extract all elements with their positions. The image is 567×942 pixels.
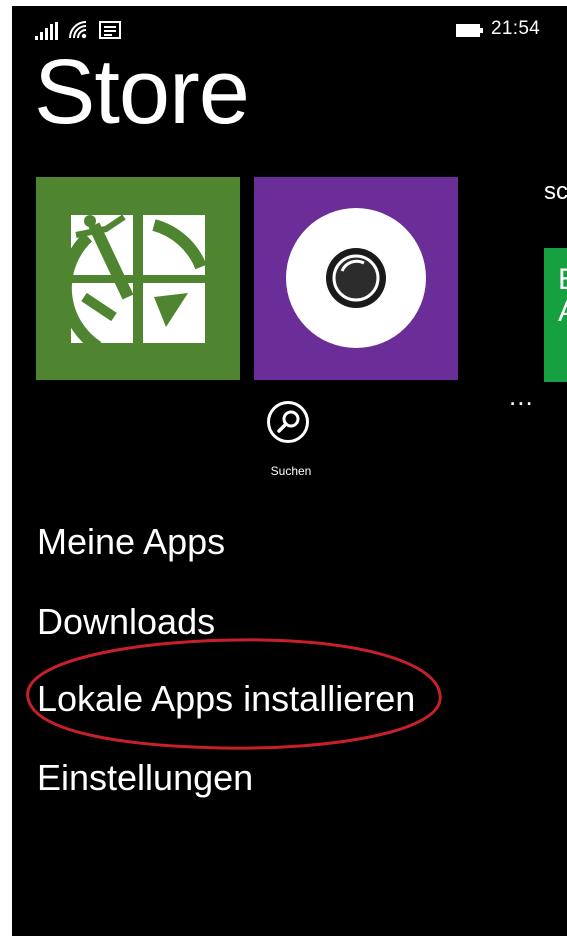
battery-icon — [456, 24, 483, 37]
search-icon — [267, 401, 309, 443]
message-icon — [99, 21, 121, 39]
search-label: Suchen — [270, 464, 312, 478]
signal-strength-icon — [35, 22, 58, 40]
more-options-button[interactable]: ... — [509, 383, 549, 409]
menu-item-downloads[interactable]: Downloads — [37, 602, 215, 642]
camera-app-tile[interactable] — [254, 177, 458, 380]
phone-screen: 21:54 Store sc E A ... — [12, 6, 567, 936]
next-section-heading: sc — [544, 178, 567, 205]
wifi-icon — [69, 21, 87, 39]
clock: 21:54 — [491, 18, 541, 39]
next-section-tile-text: E A — [558, 264, 567, 328]
camera-lens-icon — [286, 208, 426, 348]
next-section-tile[interactable]: E A — [544, 248, 567, 382]
geocaching-app-tile[interactable] — [36, 177, 240, 380]
menu-item-lokale-apps-installieren[interactable]: Lokale Apps installieren — [37, 679, 415, 719]
page-title: Store — [34, 41, 250, 143]
menu-item-einstellungen[interactable]: Einstellungen — [37, 758, 253, 798]
status-bar: 21:54 — [12, 6, 567, 46]
menu-item-meine-apps[interactable]: Meine Apps — [37, 522, 225, 562]
search-button[interactable]: Suchen — [256, 400, 326, 490]
geocaching-logo-icon — [59, 214, 207, 353]
